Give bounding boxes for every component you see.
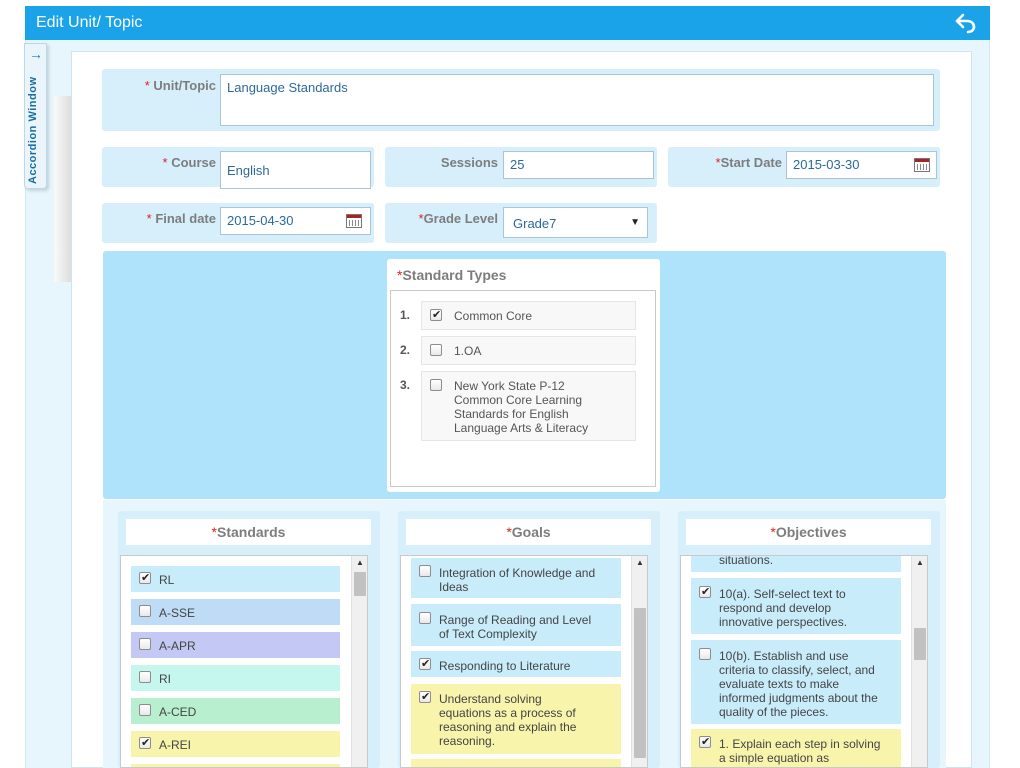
list-number: 1. bbox=[400, 308, 411, 322]
standard-type-item[interactable]: 1.OA bbox=[421, 336, 636, 365]
unit-topic-field[interactable]: Language Standards bbox=[220, 74, 934, 126]
scrollbar[interactable]: ▲ bbox=[631, 556, 647, 767]
start-date-label: *Start Date bbox=[715, 155, 782, 170]
checkbox[interactable] bbox=[430, 344, 442, 356]
checkbox[interactable] bbox=[419, 690, 431, 704]
scrollbar[interactable]: ▲ bbox=[911, 556, 927, 767]
arrow-right-icon[interactable]: → bbox=[29, 46, 43, 62]
scroll-thumb[interactable] bbox=[914, 628, 926, 660]
chevron-down-icon: ▼ bbox=[630, 217, 640, 228]
grade-level-label: *Grade Level bbox=[418, 211, 499, 226]
scroll-up-icon[interactable]: ▲ bbox=[916, 558, 924, 567]
checkbox[interactable] bbox=[139, 605, 151, 617]
checkbox[interactable] bbox=[419, 565, 431, 577]
goals-list[interactable]: Integration of Knowledge and Ideas Range… bbox=[400, 555, 648, 768]
standard-types-header: *Standard Types bbox=[397, 267, 507, 283]
list-number: 3. bbox=[400, 378, 411, 392]
standard-types-card: *Standard Types 1. Common Core 2. 1.OA 3… bbox=[387, 259, 660, 492]
accordion-panel-edge bbox=[54, 96, 72, 282]
checkbox[interactable] bbox=[699, 735, 711, 749]
sessions-label: Sessions bbox=[440, 155, 498, 170]
standards-list[interactable]: RL A-SSE A-APR RI A-CED A-REI ▲ bbox=[120, 555, 368, 768]
grade-level-select[interactable]: Grade7 ▼ bbox=[503, 207, 648, 238]
checkbox[interactable] bbox=[419, 612, 431, 624]
objectives-list[interactable]: situations. 10(a). Self-select text to r… bbox=[680, 555, 928, 768]
list-item[interactable]: 1. Explain each step in solving a simple… bbox=[691, 729, 901, 767]
sessions-field[interactable]: 25 bbox=[503, 151, 654, 179]
list-item[interactable]: A-SSE bbox=[131, 599, 340, 625]
final-date-label: * Final date bbox=[146, 211, 216, 226]
unit-topic-label: * Unit/Topic bbox=[144, 78, 216, 93]
list-item[interactable]: 10(b). Establish and use criteria to cla… bbox=[691, 640, 901, 724]
checkbox[interactable] bbox=[699, 648, 711, 660]
course-field[interactable]: English bbox=[220, 151, 371, 189]
list-item[interactable]: Understand solving equations as a proces… bbox=[411, 684, 621, 754]
checkbox[interactable] bbox=[430, 308, 442, 322]
checkbox[interactable] bbox=[139, 671, 151, 683]
list-item[interactable]: Range of Reading and Level of Text Compl… bbox=[411, 604, 621, 646]
standard-type-item[interactable]: Common Core bbox=[421, 301, 636, 330]
scroll-up-icon[interactable]: ▲ bbox=[356, 558, 364, 567]
checkbox[interactable] bbox=[419, 657, 431, 671]
scrollbar[interactable]: ▲ bbox=[351, 556, 367, 767]
list-item[interactable]: Integration of Knowledge and Ideas bbox=[411, 558, 621, 598]
back-arrow-icon[interactable] bbox=[954, 11, 978, 35]
checkbox[interactable] bbox=[699, 585, 711, 599]
calendar-icon[interactable] bbox=[346, 214, 362, 228]
accordion-label: Accordion Window bbox=[27, 76, 39, 184]
scroll-up-icon[interactable]: ▲ bbox=[636, 558, 644, 567]
list-item[interactable] bbox=[131, 764, 340, 767]
page-title: Edit Unit/ Topic bbox=[36, 14, 143, 31]
standards-header: *Standards bbox=[126, 519, 371, 545]
grade-level-value: Grade7 bbox=[513, 216, 557, 231]
calendar-icon[interactable] bbox=[914, 158, 930, 172]
list-item[interactable]: situations. bbox=[691, 556, 901, 572]
checkbox[interactable] bbox=[139, 638, 151, 650]
list-item[interactable]: RI bbox=[131, 665, 340, 691]
list-item[interactable] bbox=[411, 759, 621, 767]
checkbox[interactable] bbox=[139, 704, 151, 716]
list-item[interactable]: Responding to Literature bbox=[411, 651, 621, 677]
list-item[interactable]: A-APR bbox=[131, 632, 340, 658]
scroll-thumb[interactable] bbox=[634, 608, 646, 758]
scroll-thumb[interactable] bbox=[354, 572, 366, 596]
standard-types-list: 1. Common Core 2. 1.OA 3. New York State… bbox=[390, 290, 656, 487]
standards-column: *Standards RL A-SSE A-APR RI A-CED A-REI bbox=[118, 511, 380, 768]
title-bar: Edit Unit/ Topic bbox=[25, 6, 990, 40]
list-item[interactable]: 10(a). Self-select text to respond and d… bbox=[691, 578, 901, 634]
checkbox[interactable] bbox=[139, 571, 151, 585]
list-item[interactable]: A-CED bbox=[131, 698, 340, 724]
goals-header: *Goals bbox=[406, 519, 651, 545]
checkbox[interactable] bbox=[139, 736, 151, 750]
accordion-window-tab[interactable]: → Accordion Window bbox=[24, 43, 47, 189]
course-label: * Course bbox=[162, 155, 216, 170]
objectives-header: *Objectives bbox=[686, 519, 931, 545]
checkbox[interactable] bbox=[430, 379, 442, 391]
list-item[interactable]: RL bbox=[131, 566, 340, 592]
objectives-column: *Objectives situations. 10(a). Self-sele… bbox=[678, 511, 940, 768]
list-number: 2. bbox=[400, 343, 411, 357]
goals-column: *Goals Integration of Knowledge and Idea… bbox=[398, 511, 660, 768]
list-item[interactable]: A-REI bbox=[131, 731, 340, 757]
standard-type-item[interactable]: New York State P-12 Common Core Learning… bbox=[421, 371, 636, 441]
